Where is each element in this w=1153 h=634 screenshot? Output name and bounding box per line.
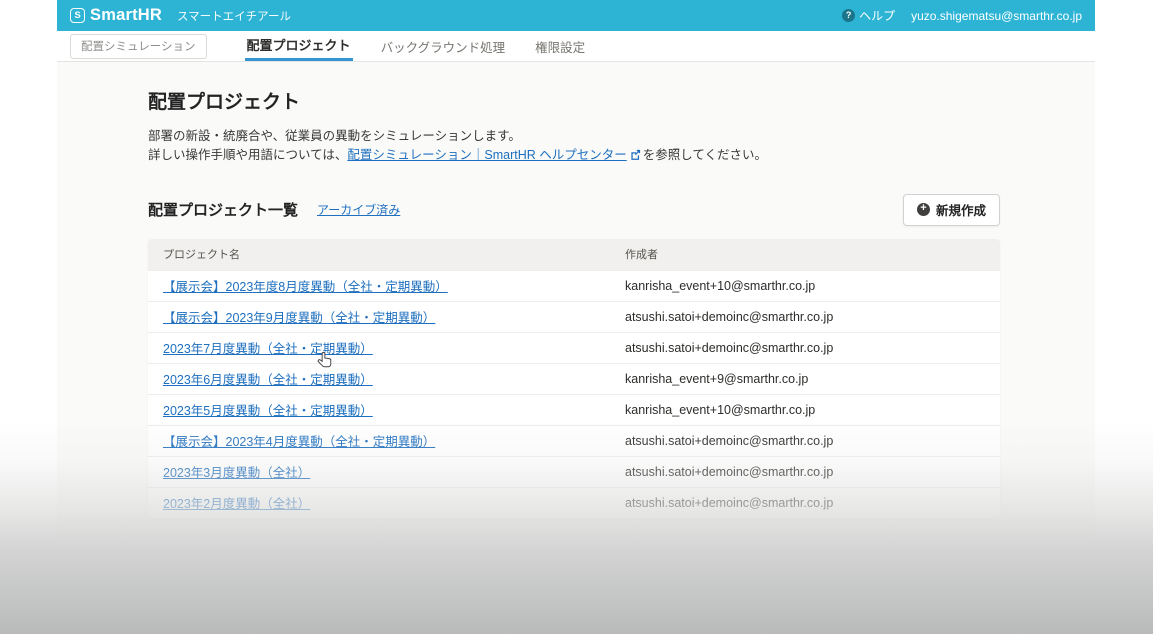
description-line-2-suffix: を参照してください。 xyxy=(642,148,768,163)
tab-haichi-simulation[interactable]: 配置シミュレーション xyxy=(70,33,207,59)
top-bar: S SmartHR スマートエイチアール ? ヘルプ yuzo.shigemat… xyxy=(57,0,1095,31)
project-creator: atsushi.satoi+demoinc@smarthr.co.jp xyxy=(625,340,834,355)
help-link[interactable]: ? ヘルプ xyxy=(842,7,895,24)
table-row: 【展示会】2023年4月度異動（全社・定期異動） atsushi.satoi+d… xyxy=(148,424,1000,456)
smarthr-logo[interactable]: S SmartHR xyxy=(70,6,162,25)
project-creator: kanrisha_event+10@smarthr.co.jp xyxy=(625,402,816,417)
project-link[interactable]: 【展示会】2023年9月度異動（全社・定期異動） xyxy=(163,311,435,325)
project-link[interactable]: 2023年3月度異動（全社） xyxy=(163,466,310,480)
column-header-creator: 作成者 xyxy=(625,249,658,262)
external-link-icon xyxy=(630,147,641,166)
help-center-link[interactable]: 配置シミュレーション｜SmartHR ヘルプセンター xyxy=(347,148,626,162)
main-content: 配置プロジェクト 部署の新設・統廃合や、従業員の異動をシミュレーションします。 … xyxy=(57,62,1095,518)
project-link[interactable]: 2023年6月度異動（全社・定期異動） xyxy=(163,373,373,387)
user-email-menu[interactable]: yuzo.shigematsu@smarthr.co.jp xyxy=(911,9,1082,23)
project-link[interactable]: 【展示会】2023年4月度異動（全社・定期異動） xyxy=(163,435,435,449)
app-window: S SmartHR スマートエイチアール ? ヘルプ yuzo.shigemat… xyxy=(57,0,1095,634)
new-project-button-label: 新規作成 xyxy=(935,203,986,218)
project-link[interactable]: 【展示会】2023年度8月度異動（全社・定期異動） xyxy=(163,280,448,294)
table-row: 2023年5月度異動（全社・定期異動） kanrisha_event+10@sm… xyxy=(148,393,1000,425)
table-row: 2023年2月度異動（全社） atsushi.satoi+demoinc@sma… xyxy=(148,486,1000,518)
table-row: 【展示会】2023年9月度異動（全社・定期異動） atsushi.satoi+d… xyxy=(148,300,1000,332)
table-row: 【展示会】2023年度8月度異動（全社・定期異動） kanrisha_event… xyxy=(148,269,1000,301)
page-description: 部署の新設・統廃合や、従業員の異動をシミュレーションします。 詳しい操作手順や用… xyxy=(148,127,1095,167)
question-mark-icon: ? xyxy=(842,9,856,22)
project-creator: atsushi.satoi+demoinc@smarthr.co.jp xyxy=(625,495,834,510)
description-line-2-prefix: 詳しい操作手順や用語については、 xyxy=(148,148,348,163)
project-link[interactable]: 2023年7月度異動（全社・定期異動） xyxy=(163,342,373,356)
plus-icon: + xyxy=(916,202,930,216)
smarthr-logo-text: SmartHR xyxy=(90,6,163,24)
project-link[interactable]: 2023年2月度異動（全社） xyxy=(163,497,310,511)
table-row: 2023年7月度異動（全社・定期異動） atsushi.satoi+demoin… xyxy=(148,331,1000,363)
list-section-header: 配置プロジェクト一覧 アーカイブ済み + 新規作成 xyxy=(148,193,1000,226)
project-creator: kanrisha_event+10@smarthr.co.jp xyxy=(625,278,816,293)
project-creator: atsushi.satoi+demoinc@smarthr.co.jp xyxy=(625,464,834,479)
description-line-2: 詳しい操作手順や用語については、配置シミュレーション｜SmartHR ヘルプセン… xyxy=(148,146,1095,166)
logo-kana-label: スマートエイチアール xyxy=(177,10,291,23)
project-link[interactable]: 2023年5月度異動（全社・定期異動） xyxy=(163,404,373,418)
tab-haichi-project[interactable]: 配置プロジェクト xyxy=(244,31,353,61)
archived-projects-link[interactable]: アーカイブ済み xyxy=(317,201,400,218)
tab-bar: 配置シミュレーション 配置プロジェクト バックグラウンド処理 権限設定 xyxy=(57,31,1095,62)
new-project-button[interactable]: + 新規作成 xyxy=(902,193,1000,226)
list-section-title: 配置プロジェクト一覧 xyxy=(148,202,299,220)
page-title: 配置プロジェクト xyxy=(148,92,301,113)
description-line-1: 部署の新設・統廃合や、従業員の異動をシミュレーションします。 xyxy=(148,129,521,143)
help-label: ヘルプ xyxy=(859,9,896,23)
table-row: 2023年6月度異動（全社・定期異動） kanrisha_event+9@sma… xyxy=(148,362,1000,394)
tab-permission-settings[interactable]: 権限設定 xyxy=(535,31,585,61)
table-header-row: プロジェクト名 作成者 xyxy=(148,238,1000,270)
tab-background-processing[interactable]: バックグラウンド処理 xyxy=(381,31,506,61)
table-row: 2023年3月度異動（全社） atsushi.satoi+demoinc@sma… xyxy=(148,455,1000,487)
project-creator: atsushi.satoi+demoinc@smarthr.co.jp xyxy=(625,309,834,324)
smarthr-logo-icon: S xyxy=(70,8,85,23)
project-table: プロジェクト名 作成者 【展示会】2023年度8月度異動（全社・定期異動） ka… xyxy=(148,238,1000,518)
column-header-project-name: プロジェクト名 xyxy=(163,249,240,262)
project-creator: kanrisha_event+9@smarthr.co.jp xyxy=(625,371,809,386)
project-creator: atsushi.satoi+demoinc@smarthr.co.jp xyxy=(625,433,834,448)
